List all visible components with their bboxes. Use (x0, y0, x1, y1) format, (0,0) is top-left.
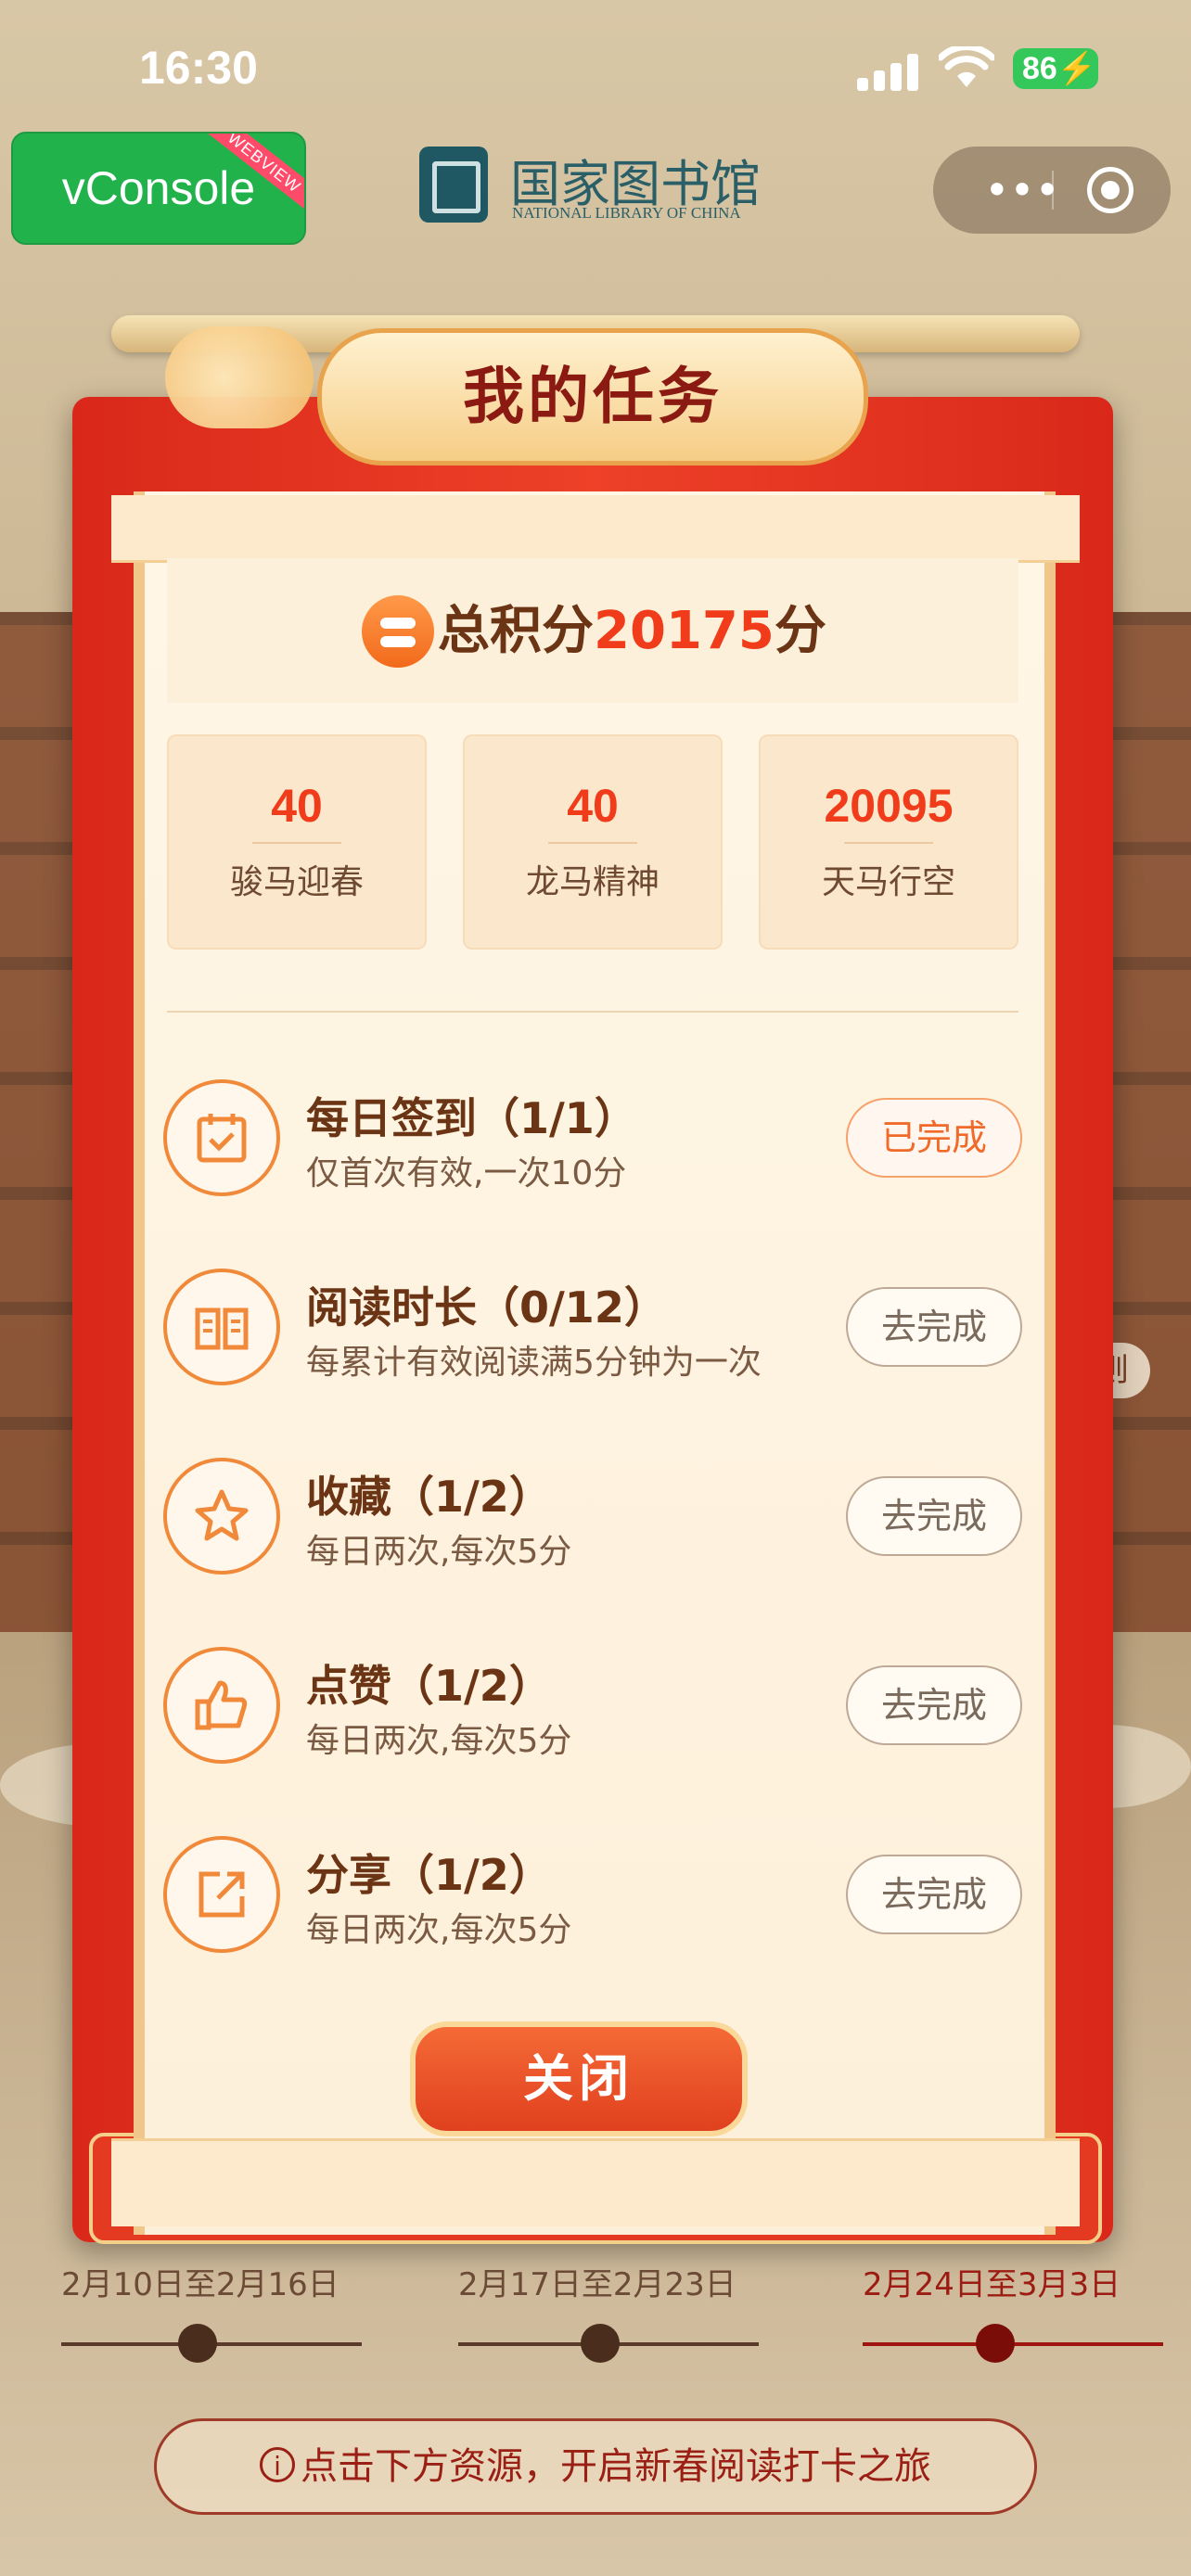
vconsole-label: vConsole (61, 162, 256, 214)
task-title: 分享（1/2） (306, 1850, 552, 1900)
modal-title: 我的任务 (463, 361, 723, 432)
stat-value: 40 (567, 780, 619, 832)
stat-card: 40 骏马迎春 (167, 734, 427, 950)
stat-value: 40 (271, 780, 323, 832)
open-book-icon (163, 1269, 280, 1385)
calendar-check-icon (163, 1079, 280, 1196)
auspicious-cloud-icon (165, 326, 314, 428)
task-row-reading: 阅读时长（0/12） 每累计有效阅读满5分钟为一次 去完成 (163, 1269, 1026, 1398)
task-description: 每累计有效阅读满5分钟为一次 (306, 1344, 762, 1382)
hint-banner: i 点击下方资源，开启新春阅读打卡之旅 (154, 2418, 1037, 2515)
status-time: 16:30 (139, 42, 258, 94)
stat-card: 40 龙马精神 (463, 734, 723, 950)
battery-icon: 86⚡ (1013, 48, 1098, 89)
task-done-button[interactable]: 已完成 (846, 1098, 1022, 1178)
total-points-box: 总积分20175分 (167, 558, 1018, 703)
week-knob-active[interactable] (976, 2324, 1015, 2363)
task-title: 点赞（1/2） (306, 1661, 552, 1711)
paper-bottom-band (111, 2138, 1080, 2226)
more-icon[interactable]: ••• (967, 147, 1078, 234)
task-description: 每日两次,每次5分 (306, 1911, 572, 1949)
thumbs-up-icon (163, 1647, 280, 1764)
stat-value: 20095 (824, 780, 954, 832)
vconsole-button[interactable]: vConsole WEBVIEW (11, 132, 306, 245)
task-title: 每日签到（1/1） (306, 1093, 637, 1143)
task-row-share: 分享（1/2） 每日两次,每次5分 去完成 (163, 1836, 1026, 1966)
stat-card: 20095 天马行空 (759, 734, 1018, 950)
week-date-label: 2月10日至2月16日 (61, 2266, 339, 2303)
task-row-checkin: 每日签到（1/1） 仅首次有效,一次10分 已完成 (163, 1079, 1026, 1209)
battery-level: 86 (1022, 51, 1057, 86)
modal-title-plaque: 我的任务 (317, 328, 868, 465)
charging-bolt-icon: ⚡ (1057, 51, 1097, 86)
total-points-suffix: 分 (774, 601, 826, 661)
close-miniprogram-icon[interactable] (1087, 167, 1133, 213)
wifi-icon (939, 46, 994, 87)
task-description: 每日两次,每次5分 (306, 1533, 572, 1571)
task-go-button[interactable]: 去完成 (846, 1476, 1022, 1556)
week-date-label: 2月17日至2月23日 (458, 2266, 736, 2303)
coin-icon (362, 595, 434, 668)
library-seal-icon (419, 147, 488, 223)
status-bar: 16:30 86⚡ (0, 0, 1191, 130)
week-date-label-active: 2月24日至3月3日 (863, 2266, 1121, 2303)
week-knob[interactable] (178, 2324, 217, 2363)
hint-text: 点击下方资源，开启新春阅读打卡之旅 (301, 2445, 931, 2488)
total-points-prefix: 总积分 (438, 601, 594, 661)
task-row-like: 点赞（1/2） 每日两次,每次5分 去完成 (163, 1647, 1026, 1777)
cellular-signal-icon (857, 52, 922, 91)
total-points-value: 20175 (594, 601, 775, 661)
section-divider (167, 1011, 1018, 1013)
task-go-button[interactable]: 去完成 (846, 1855, 1022, 1934)
week-knob[interactable] (581, 2324, 620, 2363)
task-title: 收藏（1/2） (306, 1472, 552, 1522)
capsule-divider (1052, 171, 1054, 210)
miniprogram-capsule: ••• (933, 147, 1171, 234)
info-icon: i (260, 2447, 295, 2482)
task-row-favorite: 收藏（1/2） 每日两次,每次5分 去完成 (163, 1458, 1026, 1588)
library-logo: 国家图书馆 NATIONAL LIBRARY OF CHINA (419, 139, 772, 232)
star-icon (163, 1458, 280, 1575)
stat-label: 龙马精神 (525, 863, 660, 901)
paper-top-band (111, 495, 1080, 563)
stat-label: 天马行空 (821, 863, 955, 901)
close-button[interactable]: 关闭 (410, 2021, 748, 2136)
task-description: 仅首次有效,一次10分 (306, 1154, 627, 1192)
task-go-button[interactable]: 去完成 (846, 1287, 1022, 1367)
stat-label: 骏马迎春 (229, 863, 364, 901)
task-description: 每日两次,每次5分 (306, 1722, 572, 1760)
logo-subtitle: NATIONAL LIBRARY OF CHINA (512, 204, 741, 222)
task-go-button[interactable]: 去完成 (846, 1665, 1022, 1745)
share-icon (163, 1836, 280, 1953)
task-title: 阅读时长（0/12） (306, 1282, 667, 1333)
total-points: 总积分20175分 (438, 592, 826, 671)
